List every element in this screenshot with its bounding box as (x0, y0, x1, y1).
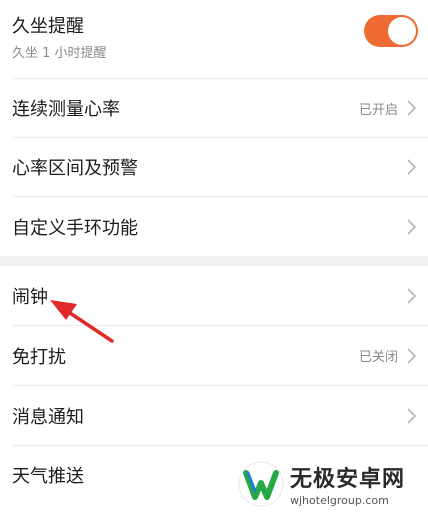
chevron-right-icon (404, 218, 418, 236)
sedentary-reminder-title: 久坐提醒 (12, 15, 84, 37)
chevron-right-icon (404, 158, 418, 176)
watermark-text: 无极安卓网 wjhotelgroup.com (290, 461, 405, 507)
chevron-right-icon (404, 287, 418, 305)
sedentary-reminder-toggle[interactable] (364, 15, 418, 47)
chevron-right-icon (404, 99, 418, 117)
sedentary-reminder-row: 久坐提醒 久坐 1 小时提醒 (0, 0, 428, 78)
sedentary-reminder-subtitle: 久坐 1 小时提醒 (12, 45, 107, 61)
setting-label: 免打扰 (12, 346, 66, 368)
chevron-right-icon (404, 407, 418, 425)
setting-label: 心率区间及预警 (12, 158, 138, 179)
setting-label: 闹钟 (12, 286, 48, 308)
section-gap (0, 256, 428, 266)
setting-label: 消息通知 (12, 406, 84, 428)
setting-value: 已关闭 (358, 350, 398, 365)
watermark-name: 无极安卓网 (290, 467, 406, 492)
watermark-logo-icon (238, 461, 284, 507)
setting-row-notifications[interactable]: 消息通知 (0, 386, 428, 445)
setting-row-heart-rate-zone[interactable]: 心率区间及预警 (0, 138, 428, 196)
setting-label: 自定义手环功能 (12, 217, 138, 239)
setting-row-custom-band[interactable]: 自定义手环功能 (0, 197, 428, 256)
toggle-knob (388, 17, 416, 45)
watermark: 无极安卓网 wjhotelgroup.com (238, 458, 426, 510)
setting-label: 连续测量心率 (12, 99, 120, 120)
setting-row-alarm[interactable]: 闹钟 (0, 266, 428, 325)
sedentary-reminder-text: 久坐提醒 久坐 1 小时提醒 (12, 12, 364, 61)
watermark-url: wjhotelgroup.com (290, 494, 389, 507)
setting-row-continuous-heart-rate[interactable]: 连续测量心率 已开启 (0, 79, 428, 137)
setting-value: 已开启 (358, 102, 398, 118)
setting-row-do-not-disturb[interactable]: 免打扰 已关闭 (0, 326, 428, 385)
chevron-right-icon (404, 347, 418, 365)
